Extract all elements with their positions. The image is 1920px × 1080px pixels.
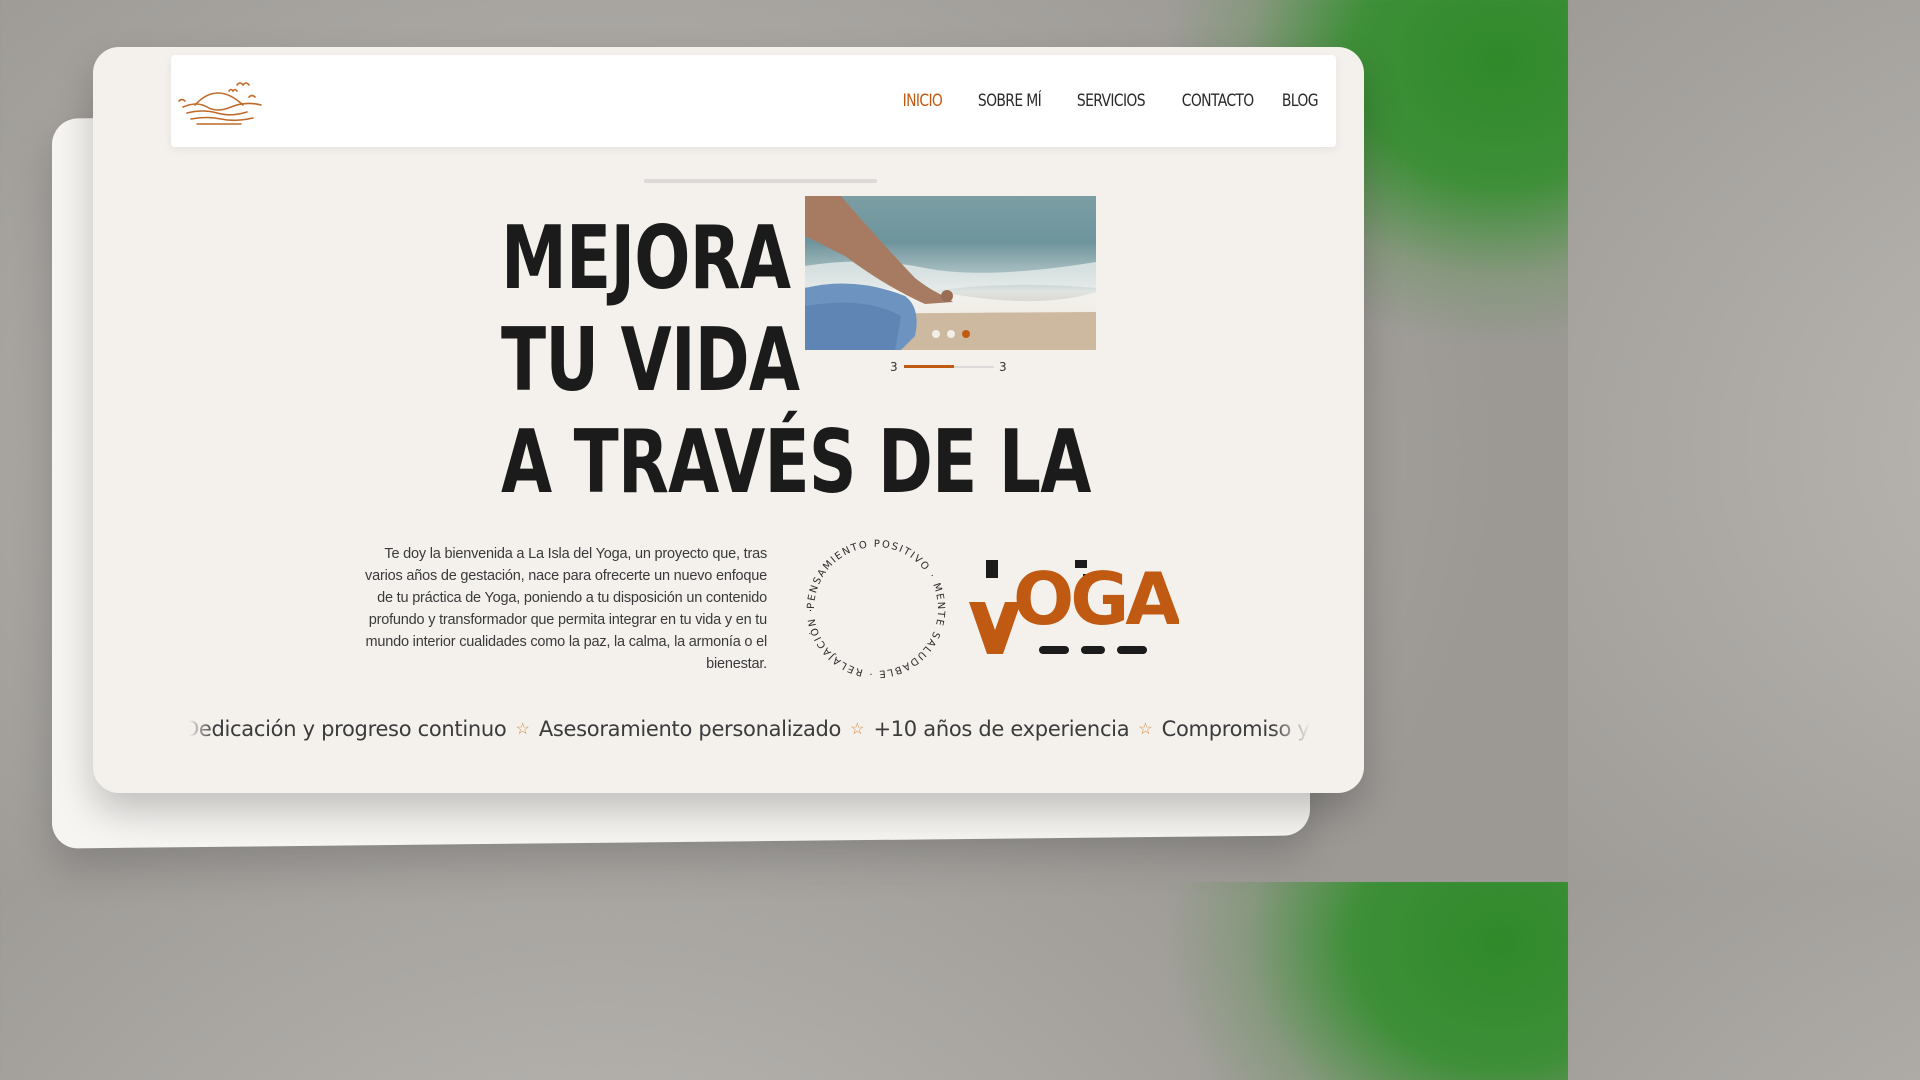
slider-pager: 3 3: [890, 360, 1010, 374]
beach-meditation-image: [805, 196, 1096, 350]
scroll-indicator[interactable]: [644, 179, 877, 183]
marquee-item-2: Asesoramiento personalizado: [538, 717, 842, 741]
slider-dot-2[interactable]: [947, 330, 955, 338]
marquee-item-3: +10 años de experiencia: [873, 717, 1130, 741]
star-icon: ☆: [1138, 721, 1153, 738]
hero-slider-image[interactable]: [805, 196, 1096, 350]
main-navigation: INICIO SOBRE MÍ SERVICIOS CONTACTO BLOG: [894, 91, 1319, 111]
nav-sobre-mi[interactable]: SOBRE MÍ: [977, 91, 1041, 111]
features-marquee: Dedicación y progreso continuo ☆ Asesora…: [189, 715, 1311, 751]
sunset-logo-icon[interactable]: [177, 77, 267, 129]
svg-text:PENSAMIENTO POSITIVO · MENTE S: PENSAMIENTO POSITIVO · MENTE SALUDABLE ·…: [798, 531, 946, 679]
marquee-item-4: Compromiso y apoyo: [1161, 717, 1311, 741]
intro-paragraph: Te doy la bienvenida a La Isla del Yoga,…: [365, 546, 767, 672]
nav-blog[interactable]: BLOG: [1282, 91, 1319, 111]
pager-total: 3: [999, 360, 1007, 374]
star-icon: ☆: [515, 721, 530, 738]
marquee-item-1: Dedicación y progreso continuo: [189, 717, 507, 741]
nav-servicios[interactable]: SERVICIOS: [1077, 91, 1146, 111]
star-icon: ☆: [850, 721, 865, 738]
slider-dots: [932, 330, 970, 338]
circular-badge: PENSAMIENTO POSITIVO · MENTE SALUDABLE ·…: [798, 531, 946, 679]
nav-contacto[interactable]: CONTACTO: [1181, 91, 1253, 111]
marquee-track: Dedicación y progreso continuo ☆ Asesora…: [189, 717, 1311, 741]
navbar: INICIO SOBRE MÍ SERVICIOS CONTACTO BLOG: [171, 55, 1336, 147]
pager-progress: [904, 365, 954, 368]
slider-dot-1[interactable]: [932, 330, 940, 338]
slider-dot-3[interactable]: [962, 330, 970, 338]
headline-line-3: A TRAVÉS DE LA: [501, 411, 1091, 513]
yoga-logo: OGA: [969, 557, 1179, 654]
pager-current: 3: [890, 360, 898, 374]
website-card: INICIO SOBRE MÍ SERVICIOS CONTACTO BLOG …: [93, 47, 1364, 793]
nav-inicio[interactable]: INICIO: [903, 91, 943, 111]
yoga-word-top: OGA: [1013, 557, 1179, 641]
badge-circle-text: PENSAMIENTO POSITIVO · MENTE SALUDABLE ·…: [798, 531, 945, 679]
